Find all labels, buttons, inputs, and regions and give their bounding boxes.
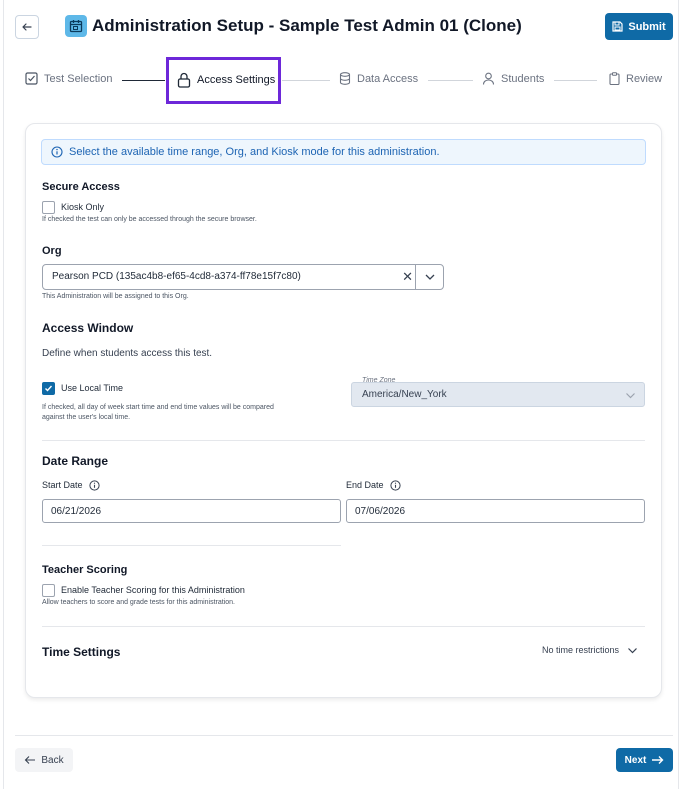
step-label: Review — [626, 72, 663, 85]
chevron-down-icon[interactable] — [424, 272, 436, 282]
start-date-label: Start Date — [42, 480, 83, 490]
time-settings-heading: Time Settings — [42, 645, 121, 659]
org-select[interactable]: Pearson PCD (135ac4b8-ef65-4cd8-a374-ff7… — [42, 264, 444, 290]
clipboard-icon — [609, 72, 620, 85]
start-date-label-wrap: Start Date — [42, 480, 100, 491]
submit-label: Submit — [628, 20, 666, 33]
use-local-time-checkbox[interactable] — [42, 382, 55, 395]
save-icon — [612, 21, 623, 32]
checkbox-icon — [25, 72, 38, 85]
local-time-help-2: against the user's local time. — [42, 414, 131, 421]
info-icon[interactable] — [89, 480, 100, 491]
clear-icon[interactable]: ✕ — [402, 269, 413, 285]
back-label: Back — [41, 754, 64, 766]
access-window-heading: Access Window — [42, 321, 134, 335]
step-connector-4 — [554, 80, 597, 81]
calendar-icon — [65, 15, 87, 37]
next-label: Next — [624, 754, 647, 766]
header-back-button[interactable] — [15, 15, 39, 39]
org-value: Pearson PCD (135ac4b8-ef65-4cd8-a374-ff7… — [52, 271, 301, 282]
end-date-label: End Date — [346, 480, 384, 490]
step-data-access[interactable]: Data Access — [339, 72, 418, 85]
teacher-scoring-checkbox[interactable] — [42, 584, 55, 597]
end-date-input[interactable]: 07/06/2026 — [346, 499, 645, 523]
secure-access-heading: Secure Access — [42, 181, 120, 193]
arrow-right-icon — [652, 756, 664, 764]
timezone-label: Time Zone — [362, 377, 396, 384]
time-settings-toggle[interactable]: No time restrictions — [542, 645, 638, 655]
step-label: Access Settings — [197, 74, 276, 86]
step-label: Students — [501, 72, 545, 85]
end-date-label-wrap: End Date — [346, 480, 401, 491]
step-label: Data Access — [357, 72, 419, 85]
divider — [42, 440, 645, 441]
lock-icon — [177, 72, 191, 88]
page-title: Administration Setup - Sample Test Admin… — [92, 16, 522, 35]
time-settings-summary: No time restrictions — [542, 645, 620, 655]
next-button[interactable]: Next — [616, 748, 673, 772]
org-help-text: This Administration will be assigned to … — [42, 293, 189, 300]
use-local-time-label: Use Local Time — [61, 383, 124, 393]
timezone-select: America/New_York — [351, 382, 645, 407]
step-review[interactable]: Review — [609, 72, 662, 85]
back-button[interactable]: Back — [15, 748, 73, 772]
info-banner: Select the available time range, Org, an… — [41, 139, 646, 165]
database-icon — [339, 72, 351, 85]
arrow-left-icon — [25, 756, 36, 764]
select-divider — [415, 265, 416, 289]
teacher-scoring-help: Allow teachers to score and grade tests … — [42, 599, 235, 606]
chevron-down-icon — [628, 647, 637, 653]
chevron-down-icon — [626, 393, 635, 399]
banner-text: Select the available time range, Org, an… — [69, 146, 440, 158]
kiosk-only-label: Kiosk Only — [61, 202, 105, 212]
step-label: Test Selection — [44, 72, 113, 85]
org-heading: Org — [42, 245, 62, 257]
footer-divider — [15, 735, 673, 736]
start-date-input[interactable]: 06/21/2026 — [42, 499, 341, 523]
date-range-heading: Date Range — [42, 454, 109, 468]
divider — [42, 545, 341, 546]
teacher-scoring-label: Enable Teacher Scoring for this Administ… — [61, 585, 245, 595]
divider — [42, 626, 645, 627]
access-window-description: Define when students access this test. — [42, 348, 213, 359]
teacher-scoring-heading: Teacher Scoring — [42, 564, 128, 576]
user-icon — [482, 72, 495, 85]
step-connector-1 — [122, 80, 165, 81]
kiosk-only-checkbox[interactable] — [42, 201, 55, 214]
arrow-left-icon — [22, 23, 32, 31]
step-access-settings[interactable]: Access Settings — [177, 72, 275, 88]
local-time-help-1: If checked, all day of week start time a… — [42, 404, 274, 411]
info-icon[interactable] — [390, 480, 401, 491]
step-connector-2 — [282, 80, 330, 81]
info-icon — [51, 146, 63, 158]
step-connector-3 — [428, 80, 473, 81]
check-icon — [45, 385, 53, 392]
step-test-selection[interactable]: Test Selection — [25, 72, 112, 85]
kiosk-help-text: If checked the test can only be accessed… — [42, 216, 257, 223]
step-students[interactable]: Students — [482, 72, 544, 85]
submit-button[interactable]: Submit — [605, 13, 673, 40]
timezone-value: America/New_York — [362, 389, 447, 400]
